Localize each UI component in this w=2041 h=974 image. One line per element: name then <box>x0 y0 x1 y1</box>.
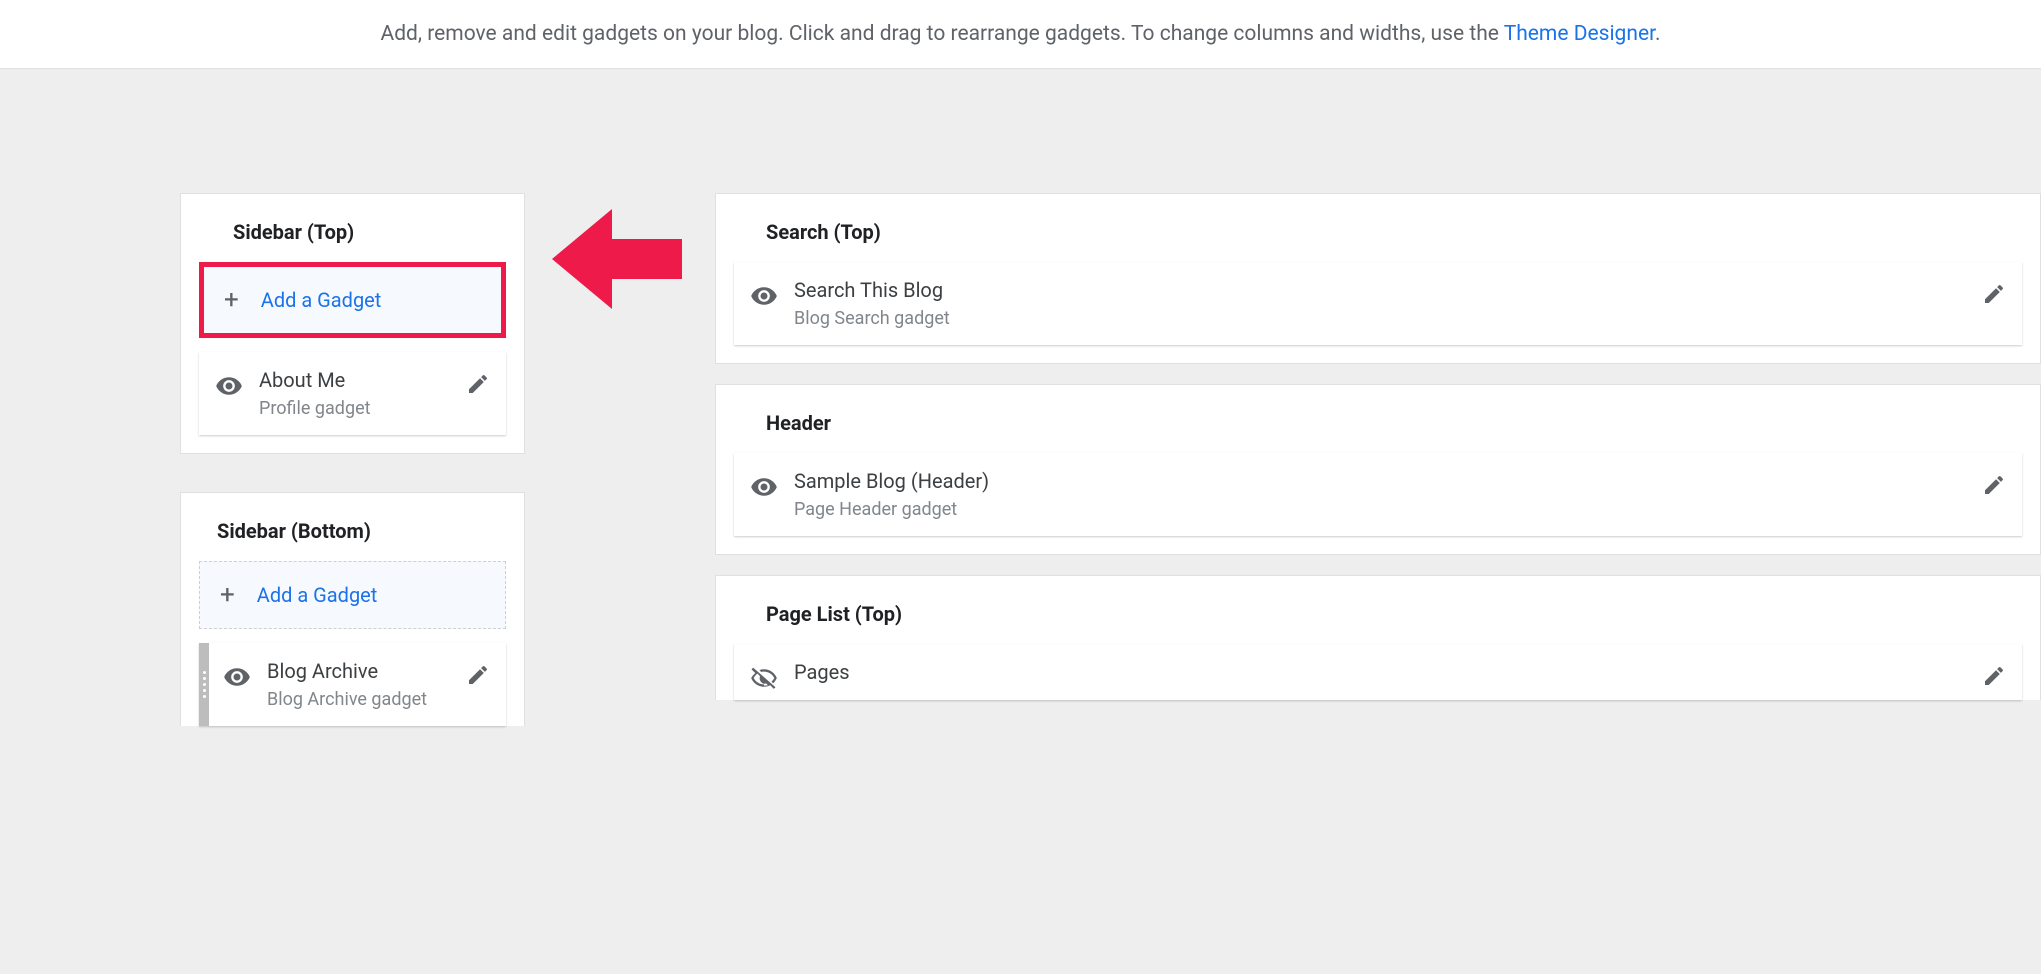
gadget-search[interactable]: Search This Blog Blog Search gadget <box>734 262 2022 345</box>
visibility-off-icon <box>750 664 778 692</box>
theme-designer-link[interactable]: Theme Designer <box>1504 22 1655 46</box>
add-gadget-label: Add a Gadget <box>261 288 382 312</box>
layout-canvas: Sidebar (Top) + Add a Gadget About Me Pr… <box>0 69 2041 129</box>
gadget-subtitle: Profile gadget <box>259 398 466 419</box>
add-gadget-label: Add a Gadget <box>257 583 378 607</box>
section-sidebar-top: Sidebar (Top) + Add a Gadget About Me Pr… <box>180 193 525 454</box>
gadget-title: Blog Archive <box>267 659 466 683</box>
add-gadget-sidebar-top[interactable]: + Add a Gadget <box>199 262 506 338</box>
gadget-title: Pages <box>794 660 1982 684</box>
section-header: Header Sample Blog (Header) Page Header … <box>715 384 2041 555</box>
plus-icon: + <box>224 287 239 313</box>
visibility-icon <box>215 372 243 400</box>
gadget-subtitle: Page Header gadget <box>794 499 1982 520</box>
gadget-header[interactable]: Sample Blog (Header) Page Header gadget <box>734 453 2022 536</box>
gadget-title: Sample Blog (Header) <box>794 469 1982 493</box>
visibility-icon <box>750 473 778 501</box>
section-title-sidebar-bottom: Sidebar (Bottom) <box>199 511 506 561</box>
edit-icon[interactable] <box>1982 664 2006 688</box>
gadget-subtitle: Blog Search gadget <box>794 308 1982 329</box>
section-title-search-top: Search (Top) <box>734 212 2022 262</box>
section-title-header: Header <box>734 403 2022 453</box>
instructions-bar: Add, remove and edit gadgets on your blo… <box>0 0 2041 69</box>
gadget-pages[interactable]: Pages <box>734 644 2022 700</box>
section-sidebar-bottom: Sidebar (Bottom) + Add a Gadget Blog Arc… <box>180 492 525 726</box>
gadget-blog-archive[interactable]: Blog Archive Blog Archive gadget <box>199 643 506 726</box>
section-search-top: Search (Top) Search This Blog Blog Searc… <box>715 193 2041 364</box>
edit-icon[interactable] <box>466 663 490 687</box>
instructions-suffix: . <box>1655 22 1661 46</box>
annotation-arrow-icon <box>552 189 692 309</box>
drag-handle-icon[interactable] <box>199 643 209 726</box>
plus-icon: + <box>220 582 235 608</box>
gadget-about-me[interactable]: About Me Profile gadget <box>199 352 506 435</box>
visibility-icon <box>223 663 251 691</box>
instructions-text: Add, remove and edit gadgets on your blo… <box>381 22 1504 46</box>
gadget-title: Search This Blog <box>794 278 1982 302</box>
edit-icon[interactable] <box>1982 282 2006 306</box>
add-gadget-sidebar-bottom[interactable]: + Add a Gadget <box>199 561 506 629</box>
section-page-list-top: Page List (Top) Pages <box>715 575 2041 700</box>
edit-icon[interactable] <box>466 372 490 396</box>
visibility-icon <box>750 282 778 310</box>
section-title-sidebar-top: Sidebar (Top) <box>199 212 506 262</box>
gadget-subtitle: Blog Archive gadget <box>267 689 466 710</box>
edit-icon[interactable] <box>1982 473 2006 497</box>
gadget-title: About Me <box>259 368 466 392</box>
section-title-page-list: Page List (Top) <box>734 594 2022 644</box>
